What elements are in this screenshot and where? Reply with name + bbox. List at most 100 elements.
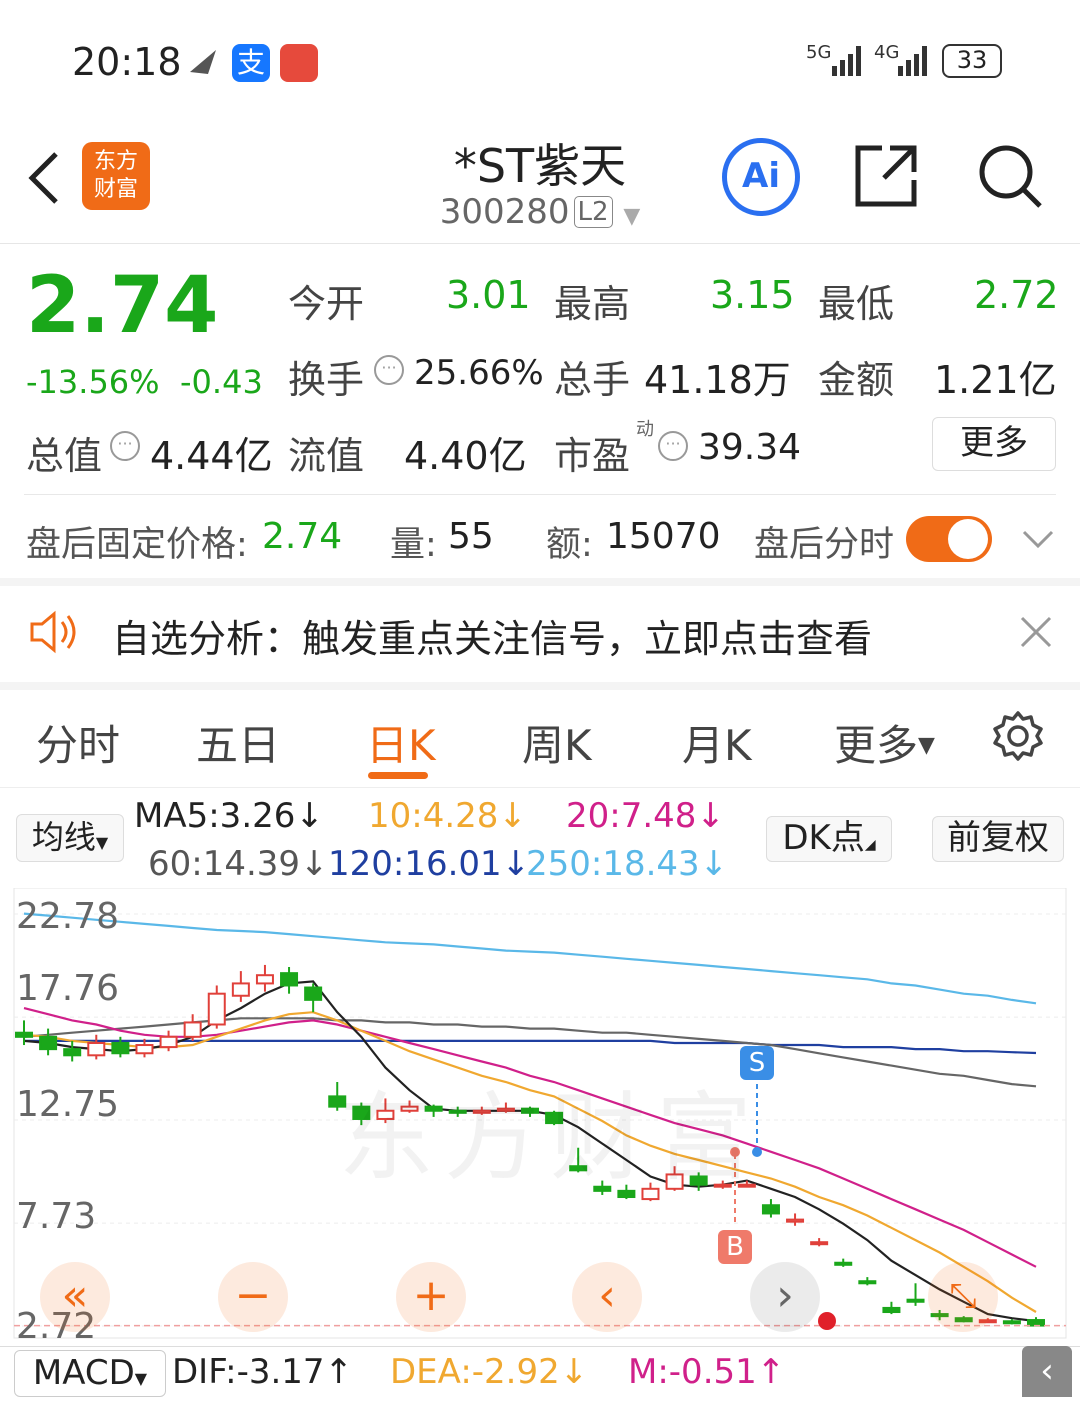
float-label: 流值 [288,434,365,478]
signal-icon-1 [832,46,861,76]
buy-signal-badge[interactable]: B [718,1230,752,1264]
macd-selector[interactable]: MACD▼ [14,1350,166,1397]
battery-icon: 33 [942,44,1002,78]
ah-price-label: 盘后固定价格: [26,525,248,565]
tab-daily-k[interactable]: 日K [366,712,436,773]
candle-body [63,1048,82,1057]
y-tick-label: 17.76 [16,968,120,1009]
candle-body [231,982,250,997]
pe-value: 39.34 [698,427,802,468]
divider [0,1346,1080,1347]
chevron-down-icon[interactable] [1022,528,1054,550]
ah-amount-label: 额: [546,525,593,565]
change-pct: -13.56% [26,363,160,401]
section-gap [0,578,1080,586]
corner-triangle-icon: ◢ [864,837,876,853]
notice-text[interactable]: 自选分析：触发重点关注信号，立即点击查看 [112,608,872,663]
turnover-label: 换手 [288,358,365,402]
search-icon[interactable] [976,142,1044,210]
zoom-in-button[interactable]: + [396,1262,466,1332]
volume-label: 总手 [554,358,631,402]
macd-selector-label: MACD [32,1353,135,1393]
ah-amount-value: 15070 [606,516,721,557]
turnover-value: 25.66% [414,353,544,393]
toggle-knob [948,519,988,559]
candle-body [207,992,226,1026]
candle-body [255,974,274,985]
ah-volume-value: 55 [448,516,494,557]
speaker-icon [30,610,76,654]
dropdown-triangle-icon: ▼ [95,833,109,852]
dk-point-button[interactable]: DK点◢ [766,816,892,862]
tab-more-label: 更多 [834,721,919,770]
signal-icon-2 [898,46,927,76]
stock-title[interactable]: *ST紫天 [0,130,1080,196]
mcap-value: 4.44亿 [150,434,273,478]
info-icon[interactable]: ··· [110,431,140,461]
ah-chart-toggle[interactable] [906,516,992,562]
tab-five-day[interactable]: 五日 [196,712,280,773]
pe-label: 市盈 [554,434,631,478]
current-price: 2.74 [26,261,219,351]
app-notify-icon [190,50,216,74]
share-icon[interactable] [854,144,918,208]
candle-body [87,1041,106,1057]
close-icon[interactable] [1018,614,1054,650]
adjust-button[interactable]: 前复权 [932,816,1064,862]
candle-body [882,1306,901,1314]
low-label: 最低 [818,282,895,326]
y-tick-label: 22.78 [16,896,120,937]
dropdown-triangle-icon: ▼ [918,733,935,758]
collapse-panel-button[interactable]: ‹ [1022,1346,1072,1397]
divider [24,494,1056,495]
hotel-app-icon [280,44,318,82]
candle-body [786,1218,805,1223]
stock-code-row[interactable]: 300280 L2 ▼ [0,192,1080,232]
step-right-button[interactable]: › [750,1262,820,1332]
tab-weekly-k[interactable]: 周K [522,712,592,773]
ai-button[interactable]: Ai [722,138,800,216]
dropdown-triangle-icon: ▼ [623,204,641,229]
event-dot[interactable] [818,1312,836,1330]
dropdown-triangle-icon: ▼ [134,1369,148,1388]
watermark: 东方财富 [338,1082,762,1194]
status-time: 20:18 [72,40,182,84]
tab-intraday[interactable]: 分时 [36,712,120,773]
stock-header: 东方 财富 *ST紫天 300280 L2 ▼ Ai [0,120,1080,244]
candle-body [280,972,299,987]
info-icon[interactable]: ··· [658,431,688,461]
y-tick-label: 12.75 [16,1084,120,1125]
zoom-out-button[interactable]: − [218,1262,288,1332]
macd-m: M:-0.51↑ [628,1352,786,1392]
ma120-value: 120:16.01↓ [328,844,531,884]
chart-tabs: 分时 五日 日K 周K 月K 更多▼ [0,690,1080,788]
step-left-button[interactable]: ‹ [572,1262,642,1332]
ma10-value: 10:4.28↓ [368,796,527,836]
fullscreen-button[interactable]: ⤡ [928,1262,998,1332]
rewind-button[interactable]: « [40,1262,110,1332]
tab-monthly-k[interactable]: 月K [682,712,752,773]
candle-body [183,1021,202,1038]
alipay-icon: 支 [232,44,270,82]
ma60-value: 60:14.39↓ [148,844,329,884]
ma5-value: MA5:3.26↓ [134,796,324,836]
candle-body [1027,1319,1045,1327]
tab-more[interactable]: 更多▼ [834,712,935,773]
stock-code: 300280 [439,192,570,232]
macd-dea: DEA:-2.92↓ [390,1352,589,1392]
more-quote-button[interactable]: 更多 [932,417,1056,471]
candle-body [39,1035,58,1051]
high-value: 3.15 [710,273,795,317]
ma-selector-label: 均线 [31,818,96,856]
sell-signal-badge[interactable]: S [740,1046,774,1080]
open-label: 今开 [288,282,365,326]
candle-body [304,986,323,1001]
candle-body [111,1041,130,1055]
high-label: 最高 [554,282,631,326]
candle-body [906,1298,925,1303]
candle-body [135,1044,154,1055]
ma-selector[interactable]: 均线▼ [16,814,124,862]
open-value: 3.01 [446,273,531,317]
gear-icon[interactable] [992,710,1044,762]
info-icon[interactable]: ··· [374,355,404,385]
